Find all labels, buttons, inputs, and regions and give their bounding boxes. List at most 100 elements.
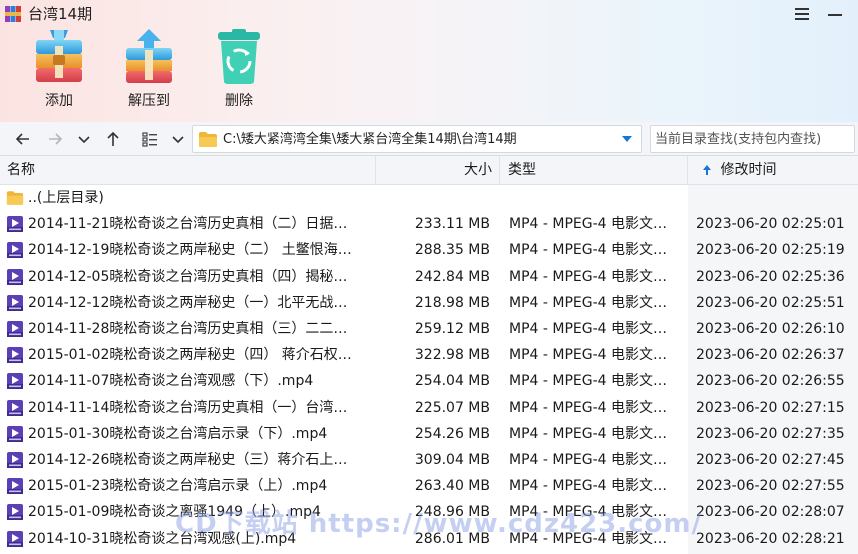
file-row[interactable]: 2014-11-07晓松奇谈之台湾观感（下）.mp4 254.04 MB MP4 -… bbox=[0, 368, 858, 394]
add-archive-icon bbox=[36, 30, 82, 82]
file-row[interactable]: 2014-12-05晓松奇谈之台湾历史真相（四）揭秘… 242.84 MB MP4 … bbox=[0, 264, 858, 290]
add-button[interactable]: 添加 bbox=[24, 28, 94, 114]
file-type: MP4 - MPEG-4 电影文… bbox=[509, 400, 668, 416]
up-button[interactable] bbox=[102, 128, 124, 150]
folder-icon bbox=[199, 132, 217, 147]
directory-search-input[interactable] bbox=[650, 125, 855, 153]
file-row[interactable]: 2015-01-30晓松奇谈之台湾启示录（下）.mp4 254.26 MB MP4 … bbox=[0, 421, 858, 447]
file-size: 309.04 MB bbox=[414, 452, 490, 468]
file-modified-time: 2023-06-20 02:25:36 bbox=[696, 269, 845, 285]
file-row[interactable]: 2014-10-31晓松奇谈之台湾观感(上).mp4 286.01 MB MP4 -… bbox=[0, 526, 858, 552]
file-name: 2014-11-14晓松奇谈之台湾历史真相（一）台湾… bbox=[28, 400, 348, 416]
file-row[interactable]: 2014-11-14晓松奇谈之台湾历史真相（一）台湾… 225.07 MB MP4 … bbox=[0, 395, 858, 421]
minimize-icon[interactable] bbox=[824, 4, 846, 24]
column-header-mtime-label: 修改时间 bbox=[720, 162, 777, 178]
mp4-file-icon bbox=[7, 504, 23, 520]
file-name: 2014-11-21晓松奇谈之台湾历史真相（二）日据… bbox=[28, 216, 348, 232]
window-title: 台湾14期 bbox=[28, 5, 93, 23]
mp4-file-icon bbox=[7, 347, 23, 363]
file-size: 286.01 MB bbox=[414, 531, 490, 547]
mp4-file-icon bbox=[7, 426, 23, 442]
file-type: MP4 - MPEG-4 电影文… bbox=[509, 216, 668, 232]
file-size: 254.26 MB bbox=[414, 426, 490, 442]
list-view-icon bbox=[142, 132, 157, 147]
file-type: MP4 - MPEG-4 电影文… bbox=[509, 269, 668, 285]
delete-button[interactable]: 删除 bbox=[204, 28, 274, 114]
parent-directory-row[interactable]: ..(上层目录) bbox=[0, 185, 858, 211]
path-field[interactable]: C:\矮大紧湾湾全集\矮大紧台湾全集14期\台湾14期 bbox=[192, 125, 642, 153]
winrar-books-icon bbox=[5, 6, 21, 22]
title-ribbon: 台湾14期 添加 解压到 删除 bbox=[0, 0, 858, 122]
file-row[interactable]: 2014-11-28晓松奇谈之台湾历史真相（三）二二… 259.12 MB MP4 … bbox=[0, 316, 858, 342]
folder-icon bbox=[6, 191, 24, 205]
dropdown-arrow-icon[interactable] bbox=[621, 134, 633, 144]
file-size: 242.84 MB bbox=[414, 269, 490, 285]
column-header-type-label: 类型 bbox=[508, 162, 536, 178]
file-modified-time: 2023-06-20 02:27:45 bbox=[696, 452, 845, 468]
column-header-size[interactable]: 大小 bbox=[376, 156, 500, 185]
file-modified-time: 2023-06-20 02:26:37 bbox=[696, 347, 845, 363]
mp4-file-icon bbox=[7, 478, 23, 494]
address-bar: C:\矮大紧湾湾全集\矮大紧台湾全集14期\台湾14期 bbox=[0, 122, 858, 156]
file-modified-time: 2023-06-20 02:26:55 bbox=[696, 373, 845, 389]
mp4-file-icon bbox=[7, 321, 23, 337]
file-row[interactable]: 2015-01-23晓松奇谈之台湾启示录（上）.mp4 263.40 MB MP4 … bbox=[0, 473, 858, 499]
file-size: 322.98 MB bbox=[414, 347, 490, 363]
file-type: MP4 - MPEG-4 电影文… bbox=[509, 242, 668, 258]
file-name: 2014-11-07晓松奇谈之台湾观感（下）.mp4 bbox=[28, 373, 314, 389]
file-type: MP4 - MPEG-4 电影文… bbox=[509, 321, 668, 337]
file-row[interactable]: 2015-01-09晓松奇谈之离骚1949（上）.mp4 248.96 MB MP4… bbox=[0, 499, 858, 525]
file-size: 233.11 MB bbox=[414, 216, 490, 232]
file-size: 218.98 MB bbox=[414, 295, 490, 311]
column-header-mtime[interactable]: 修改时间 bbox=[688, 156, 858, 185]
view-mode-button[interactable] bbox=[139, 128, 161, 150]
delete-label: 删除 bbox=[225, 93, 253, 109]
file-row[interactable]: 2015-01-02晓松奇谈之两岸秘史（四） 蒋介石权… 322.98 MB MP4… bbox=[0, 342, 858, 368]
file-row[interactable]: 2014-11-21晓松奇谈之台湾历史真相（二）日据… 233.11 MB MP4 … bbox=[0, 211, 858, 237]
file-size: 288.35 MB bbox=[414, 242, 490, 258]
arrow-left-icon bbox=[15, 133, 29, 145]
path-text: C:\矮大紧湾湾全集\矮大紧台湾全集14期\台湾14期 bbox=[223, 132, 517, 147]
file-type: MP4 - MPEG-4 电影文… bbox=[509, 504, 668, 520]
view-mode-dropdown[interactable] bbox=[167, 128, 189, 150]
chevron-down-icon bbox=[78, 136, 90, 144]
back-button[interactable] bbox=[12, 128, 34, 150]
file-name: 2015-01-02晓松奇谈之两岸秘史（四） 蒋介石权… bbox=[28, 347, 352, 363]
history-dropdown[interactable] bbox=[73, 128, 95, 150]
file-modified-time: 2023-06-20 02:27:35 bbox=[696, 426, 845, 442]
hamburger-menu-icon[interactable] bbox=[792, 4, 812, 24]
extract-archive-icon bbox=[126, 29, 172, 83]
extract-to-button[interactable]: 解压到 bbox=[114, 28, 184, 114]
file-modified-time: 2023-06-20 02:26:10 bbox=[696, 321, 845, 337]
file-name: 2015-01-30晓松奇谈之台湾启示录（下）.mp4 bbox=[28, 426, 328, 442]
mp4-file-icon bbox=[7, 269, 23, 285]
file-size: 259.12 MB bbox=[414, 321, 490, 337]
column-header-size-label: 大小 bbox=[464, 162, 492, 178]
file-modified-time: 2023-06-20 02:28:07 bbox=[696, 504, 845, 520]
file-size: 263.40 MB bbox=[414, 478, 490, 494]
file-name: 2014-12-05晓松奇谈之台湾历史真相（四）揭秘… bbox=[28, 269, 348, 285]
file-name: 2014-12-12晓松奇谈之两岸秘史（一）北平无战… bbox=[28, 295, 348, 311]
chevron-down-icon bbox=[172, 136, 184, 144]
file-row[interactable]: 2014-12-12晓松奇谈之两岸秘史（一）北平无战… 218.98 MB MP4 … bbox=[0, 290, 858, 316]
extract-to-label: 解压到 bbox=[128, 93, 170, 109]
file-modified-time: 2023-06-20 02:28:21 bbox=[696, 531, 845, 547]
mp4-file-icon bbox=[7, 216, 23, 232]
file-name: 2014-11-28晓松奇谈之台湾历史真相（三）二二… bbox=[28, 321, 348, 337]
file-size: 254.04 MB bbox=[414, 373, 490, 389]
file-row[interactable]: 2014-12-26晓松奇谈之两岸秘史（三）蒋介石上… 309.04 MB MP4 … bbox=[0, 447, 858, 473]
file-type: MP4 - MPEG-4 电影文… bbox=[509, 531, 668, 547]
column-header-name[interactable]: 名称 bbox=[0, 156, 376, 185]
column-header-type[interactable]: 类型 bbox=[500, 156, 688, 185]
file-name: 2015-01-09晓松奇谈之离骚1949（上）.mp4 bbox=[28, 504, 321, 520]
mp4-file-icon bbox=[7, 373, 23, 389]
mp4-file-icon bbox=[7, 242, 23, 258]
file-type: MP4 - MPEG-4 电影文… bbox=[509, 295, 668, 311]
file-type: MP4 - MPEG-4 电影文… bbox=[509, 373, 668, 389]
file-list: ..(上层目录) 2014-11-21晓松奇谈之台湾历史真相（二）日据… 233.… bbox=[0, 185, 858, 554]
file-size: 225.07 MB bbox=[414, 400, 490, 416]
forward-button[interactable] bbox=[44, 128, 66, 150]
parent-directory-label: ..(上层目录) bbox=[28, 190, 104, 206]
file-type: MP4 - MPEG-4 电影文… bbox=[509, 452, 668, 468]
file-row[interactable]: 2014-12-19晓松奇谈之两岸秘史（二） 土鳖恨海… 288.35 MB MP4… bbox=[0, 237, 858, 263]
